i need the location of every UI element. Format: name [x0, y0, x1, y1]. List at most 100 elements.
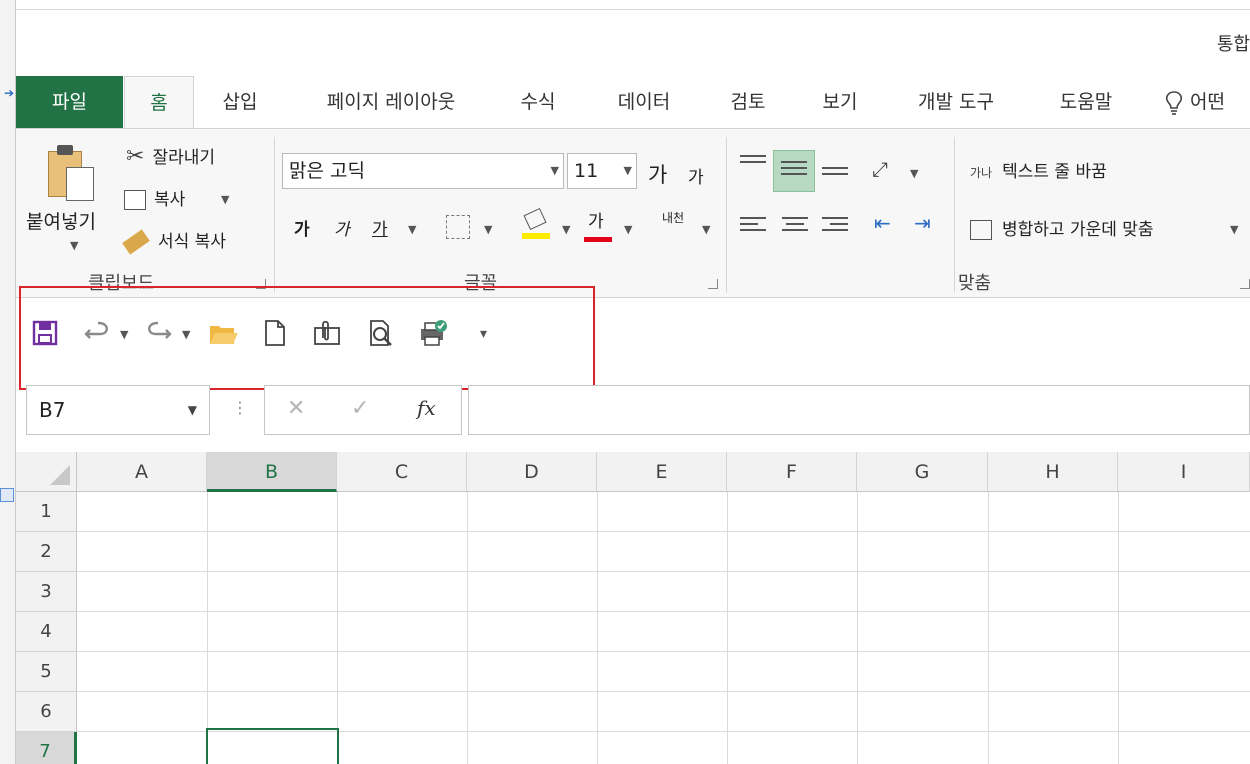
quick-print-icon[interactable] [418, 318, 448, 348]
name-box-value: B7 [39, 398, 66, 422]
row-header[interactable]: 2 [16, 532, 77, 572]
arrow-icon: ➔ [4, 86, 15, 100]
save-icon[interactable] [30, 318, 60, 348]
increase-indent-icon[interactable]: ⇥ [914, 211, 931, 235]
new-document-icon[interactable] [260, 318, 290, 348]
tab-page-layout[interactable]: 페이지 레이아웃 [306, 76, 476, 128]
redo-dropdown-icon[interactable]: ▼ [182, 328, 190, 341]
formula-input[interactable] [468, 385, 1250, 435]
tab-home[interactable]: 홈 [124, 76, 194, 129]
align-right-icon[interactable] [822, 217, 848, 237]
orientation-dropdown-icon[interactable]: ▼ [910, 167, 918, 180]
grow-font-button[interactable]: 가 [648, 159, 667, 189]
chevron-down-icon[interactable]: ▼ [624, 154, 632, 188]
font-size-value: 11 [574, 160, 599, 182]
align-center-icon[interactable] [782, 217, 808, 237]
paste-button[interactable] [48, 145, 96, 201]
copy-dropdown-icon[interactable]: ▼ [221, 193, 229, 206]
chevron-down-icon[interactable]: ▼ [188, 386, 197, 434]
tab-file[interactable]: 파일 [16, 76, 123, 128]
attach-icon[interactable] [312, 318, 342, 348]
lightbulb-icon [1165, 90, 1183, 115]
align-bottom-icon[interactable] [822, 167, 848, 187]
tab-tell-me[interactable]: 어떤 [1164, 76, 1250, 128]
chevron-down-icon[interactable]: ▼ [551, 154, 559, 188]
column-header[interactable]: D [467, 452, 597, 492]
font-color-dropdown-icon[interactable]: ▼ [624, 223, 632, 236]
font-name-combobox[interactable]: 맑은 고딕 ▼ [282, 153, 564, 189]
open-folder-icon[interactable] [208, 318, 238, 348]
row-header[interactable]: 5 [16, 652, 77, 692]
paste-label[interactable]: 붙여넣기 [26, 207, 96, 234]
wrap-text-icon: 가나 [970, 166, 993, 180]
confirm-entry-button[interactable]: ✓ [351, 396, 369, 421]
phonetic-button[interactable]: 내천 [662, 211, 686, 225]
tab-formulas[interactable]: 수식 [510, 76, 566, 128]
ribbon-tabs: 파일 홈 삽입 페이지 레이아웃 수식 데이터 검토 보기 개발 도구 도움말 … [16, 76, 1250, 129]
align-middle-icon [781, 161, 807, 181]
column-header[interactable]: C [337, 452, 467, 492]
undo-dropdown-icon[interactable]: ▼ [120, 328, 128, 341]
tab-review[interactable]: 검토 [720, 76, 776, 128]
column-header[interactable]: A [77, 452, 207, 492]
window-top-strip [16, 0, 1250, 10]
copy-button[interactable]: 복사 [124, 185, 185, 210]
active-cell[interactable] [206, 728, 339, 764]
alignment-launcher-icon[interactable] [1240, 279, 1250, 289]
scissors-icon: ✂ [126, 144, 145, 169]
decrease-indent-icon[interactable]: ⇤ [874, 211, 891, 235]
column-header[interactable]: G [857, 452, 988, 492]
column-header[interactable]: E [597, 452, 727, 492]
window-title: 통합 [1216, 34, 1250, 55]
orientation-icon[interactable]: ⤢ [872, 157, 888, 181]
column-header[interactable]: I [1118, 452, 1250, 492]
tab-insert[interactable]: 삽입 [212, 76, 268, 128]
tab-view[interactable]: 보기 [812, 76, 868, 128]
row-header[interactable]: 6 [16, 692, 77, 732]
select-all-button[interactable] [16, 452, 77, 492]
underline-button[interactable]: 가 [372, 215, 388, 240]
cut-button[interactable]: ✂ 잘라내기 [126, 143, 215, 169]
row-header[interactable]: 3 [16, 572, 77, 612]
row-header[interactable]: 4 [16, 612, 77, 652]
phonetic-dropdown-icon[interactable]: ▼ [702, 223, 710, 236]
font-size-combobox[interactable]: 11 ▼ [567, 153, 637, 189]
redo-icon[interactable] [144, 318, 174, 348]
excel-window: ➔ 통합 파일 홈 삽입 페이지 레이아웃 수식 데이터 검토 보기 개발 도구… [0, 0, 1250, 764]
chevron-down-icon[interactable]: ▼ [70, 239, 78, 252]
row-header-selected[interactable]: 7 [16, 732, 77, 764]
merge-center-button[interactable]: 병합하고 가운데 맞춤 [970, 215, 1154, 240]
print-preview-icon[interactable] [366, 318, 396, 348]
column-header[interactable]: F [727, 452, 857, 492]
shrink-font-button[interactable]: 가 [688, 163, 704, 188]
align-left-icon[interactable] [740, 217, 766, 237]
merge-cells-icon [970, 220, 992, 240]
italic-button[interactable]: 가 [334, 215, 350, 240]
format-painter-button[interactable]: 서식 복사 [122, 227, 226, 255]
font-color-swatch [584, 237, 612, 242]
row-header[interactable]: 1 [16, 492, 77, 532]
ribbon-home: 붙여넣기 ▼ ✂ 잘라내기 복사 ▼ 서식 복사 클립보드 맑은 고딕 ▼ 11 … [16, 128, 1250, 298]
customize-toolbar-icon[interactable]: ▾ [480, 326, 487, 342]
cancel-entry-button[interactable]: ✕ [287, 396, 305, 421]
wrap-text-button[interactable]: 가나 텍스트 줄 바꿈 [970, 157, 1107, 182]
merge-dropdown-icon[interactable]: ▼ [1230, 223, 1238, 236]
font-launcher-icon[interactable] [708, 279, 718, 289]
border-dropdown-icon[interactable]: ▼ [484, 223, 492, 236]
undo-icon[interactable] [82, 318, 112, 348]
fill-color-dropdown-icon[interactable]: ▼ [562, 223, 570, 236]
fill-color-icon[interactable] [522, 207, 550, 239]
tab-help[interactable]: 도움말 [1046, 76, 1126, 128]
insert-function-button[interactable]: fx [417, 396, 436, 420]
tab-developer[interactable]: 개발 도구 [904, 76, 1008, 128]
column-header[interactable]: H [988, 452, 1118, 492]
underline-dropdown-icon[interactable]: ▼ [408, 223, 416, 236]
font-color-button[interactable]: 가 [584, 207, 612, 242]
tab-data[interactable]: 데이터 [604, 76, 684, 128]
align-top-icon[interactable] [740, 155, 766, 175]
name-box[interactable]: B7 ▼ [26, 385, 210, 435]
formula-bar-grip-icon[interactable]: ⋮ [232, 398, 248, 417]
border-icon[interactable] [446, 215, 470, 239]
column-header-selected[interactable]: B [207, 452, 337, 492]
bold-button[interactable]: 가 [294, 215, 310, 240]
